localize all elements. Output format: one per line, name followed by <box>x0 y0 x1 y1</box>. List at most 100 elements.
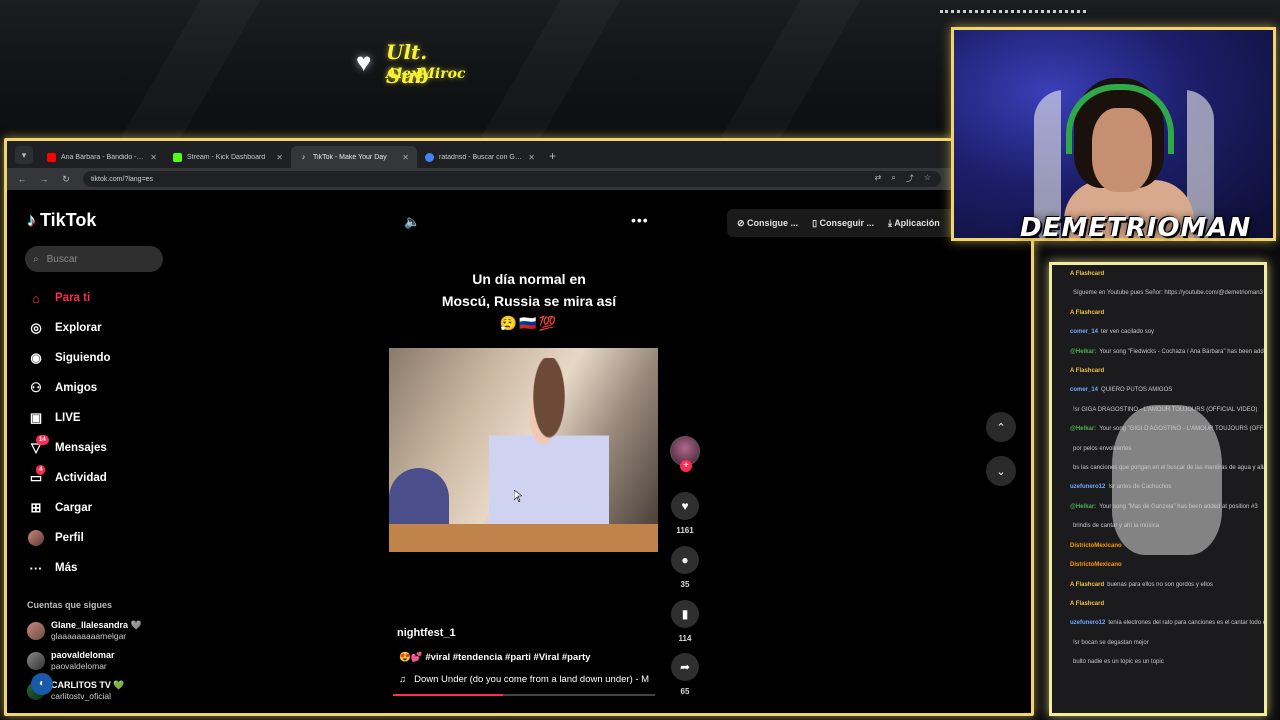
chat-message: A Flashcard <box>1052 595 1264 614</box>
comment-icon: ● <box>681 553 689 567</box>
sidebar-item-actividad[interactable]: ▭ 4 Actividad <box>27 463 177 493</box>
author-name[interactable]: nightfest_1 <box>397 627 456 639</box>
chat-text: !sr antes de Cachuchos <box>1108 484 1172 491</box>
share-icon[interactable]: ⤴ <box>906 173 914 184</box>
reload-icon[interactable]: ↻ <box>61 174 71 185</box>
search-input[interactable]: ⌕ Buscar <box>25 246 163 272</box>
top-link-label: Aplicación <box>894 217 940 228</box>
chat-message: bs las canciones que pongan en el buscar… <box>1052 459 1264 478</box>
chat-message: !sr GIGA DRAGOSTINO - L'AMOUR TOUJOURS (… <box>1052 401 1264 420</box>
save-button[interactable]: ▮ <box>671 600 699 628</box>
sidebar-item-mas[interactable]: ··· Más <box>27 553 177 583</box>
url-input[interactable]: tiktok.com/?lang=es ⇄ ⌕ ⤴ ☆ <box>83 171 941 187</box>
close-icon[interactable]: ✕ <box>276 153 283 162</box>
get-app-link[interactable]: ▯ Conseguir ... <box>812 218 874 229</box>
new-tab-button[interactable]: + <box>549 149 556 163</box>
share-button[interactable]: ➦ <box>671 653 699 681</box>
chat-text: tenía electrones del rato para canciones… <box>1108 620 1264 627</box>
following-account[interactable]: Glane_llalesandra 🩶 glaaaaaaaaamelgar <box>27 616 177 646</box>
friends-icon: ⚇ <box>30 380 42 395</box>
extension-bubble-icon[interactable]: ◐ <box>31 673 53 695</box>
previous-video-button[interactable]: ⌃ <box>986 412 1016 442</box>
bookmark-star-icon[interactable]: ☆ <box>924 173 931 184</box>
music-title: Down Under (do you come from a land down… <box>414 674 650 685</box>
chat-username: A Flashcard <box>1070 368 1105 375</box>
chat-username: DistrictoMexicano <box>1070 542 1122 549</box>
following-account[interactable]: paovaldelomar paovaldelomar <box>27 646 177 676</box>
sidebar-item-label: LIVE <box>55 412 81 424</box>
google-icon <box>425 152 434 162</box>
tab-youtube[interactable]: Ana Bárbara - Bandido - YouTube ✕ <box>39 146 165 168</box>
activity-icon: ▭ 4 <box>27 465 46 487</box>
close-icon[interactable]: ✕ <box>402 153 409 162</box>
live-icon: ▣ <box>29 410 43 425</box>
account-handle: carlitostv_oficial <box>51 691 111 701</box>
sidebar-item-label: Para ti <box>55 292 91 304</box>
chat-message: @Helkar: Your song "Mas de Ganzela" has b… <box>1052 498 1264 517</box>
last-sub-name: AlexMiroc <box>386 66 466 82</box>
sidebar-item-amigos[interactable]: ⚇ Amigos <box>27 373 177 403</box>
webcam-frame <box>951 27 1276 241</box>
account-name: CARLITOS TV 💚 <box>51 680 125 690</box>
hashtag-list[interactable]: #viral #tendencia #parti #Viral #party <box>425 652 590 663</box>
comment-button[interactable]: ● <box>671 546 699 574</box>
chat-message: uzefunero12 tenía electrones del rato par… <box>1052 614 1264 633</box>
music-info[interactable]: ♫ Down Under (do you come from a land do… <box>399 674 651 685</box>
hashtag-emoji: 😍💕 <box>399 652 423 663</box>
sidebar-item-perfil[interactable]: Perfil <box>27 523 177 553</box>
home-icon: ⌂ <box>32 290 40 306</box>
save-count: 114 <box>678 634 692 643</box>
url-text: tiktok.com/?lang=es <box>91 175 154 183</box>
profile-icon <box>27 529 45 547</box>
back-icon[interactable]: ← <box>17 174 27 184</box>
get-coins-link[interactable]: ⊘ Consigue ... <box>737 218 798 229</box>
video-progress-bar[interactable] <box>393 694 655 696</box>
follow-plus-icon[interactable]: + <box>680 460 692 472</box>
like-button[interactable]: ♥ <box>671 492 699 520</box>
chat-message: A Flashcard buenas para ellos no son gord… <box>1052 576 1264 595</box>
sidebar-item-label: Amigos <box>55 382 98 394</box>
music-note-icon: ♫ <box>399 674 407 685</box>
tab-google[interactable]: ratadrisd - Buscar con Google ✕ <box>417 146 543 168</box>
volume-icon[interactable]: 🔈 <box>404 214 420 230</box>
chat-message: !sr bocan se degastan mejor <box>1052 634 1264 653</box>
chat-text: bs las canciones que pongan en el buscar… <box>1073 465 1264 472</box>
sidebar-item-siguiendo[interactable]: ◉ Siguiendo <box>27 343 177 373</box>
sidebar-item-label: Perfil <box>55 532 84 544</box>
tab-search-button[interactable]: ▾ <box>15 146 33 164</box>
sidebar-item-label: Mensajes <box>55 442 107 454</box>
next-video-button[interactable]: ⌄ <box>986 456 1016 486</box>
zoom-icon[interactable]: ⌕ <box>891 173 895 184</box>
chat-message: comer_14 ter ven cacilado soy <box>1052 323 1264 342</box>
chat-text: Sígueme en Youtube pues Señor: https://y… <box>1073 290 1263 297</box>
forward-icon[interactable]: → <box>39 174 49 184</box>
sidebar-item-explorar[interactable]: ◎ Explorar <box>27 313 177 343</box>
tab-kick[interactable]: Stream - Kick Dashboard ✕ <box>165 146 291 168</box>
video-player[interactable] <box>389 348 658 552</box>
sidebar-item-cargar[interactable]: ⊞ Cargar <box>27 493 177 523</box>
sidebar-item-mensajes[interactable]: ▽ 14 Mensajes <box>27 433 177 463</box>
translate-icon[interactable]: ⇄ <box>875 173 882 184</box>
chat-panel: A Flashcard Sígueme en Youtube pues Señor… <box>1049 262 1267 716</box>
address-bar: ← → ↻ tiktok.com/?lang=es ⇄ ⌕ ⤴ ☆ <box>7 168 1031 190</box>
chat-text: !sr GIGA DRAGOSTINO - L'AMOUR TOUJOURS (… <box>1073 406 1258 413</box>
chat-username: A Flashcard <box>1070 600 1105 607</box>
tab-label: TikTok - Make Your Day <box>313 153 387 161</box>
chat-text: !sr bocan se degastan mejor <box>1073 639 1149 646</box>
chat-username: DistrictoMexicano <box>1070 562 1122 569</box>
chat-message: brindis de cantar y ahí la música <box>1052 517 1264 536</box>
app-link[interactable]: ⤓ Aplicación <box>888 218 940 229</box>
chat-username: uzefunero12 <box>1070 484 1106 491</box>
sidebar-item-live[interactable]: ▣ LIVE <box>27 403 177 433</box>
tab-tiktok[interactable]: ♪ TikTok - Make Your Day ✕ <box>291 146 417 168</box>
logo-text: TikTok <box>40 210 97 230</box>
more-options-icon[interactable]: ••• <box>631 212 649 228</box>
tiktok-logo[interactable]: ♪ TikTok <box>27 210 96 231</box>
sidebar-item-para-ti[interactable]: ⌂ Para ti <box>27 283 177 313</box>
close-icon[interactable]: ✕ <box>528 153 535 162</box>
upload-icon: ⊞ <box>30 500 42 515</box>
messages-badge: 14 <box>36 435 49 445</box>
chat-username: A Flashcard <box>1070 271 1105 277</box>
sidebar-item-label: Cargar <box>55 502 93 514</box>
close-icon[interactable]: ✕ <box>150 153 157 162</box>
